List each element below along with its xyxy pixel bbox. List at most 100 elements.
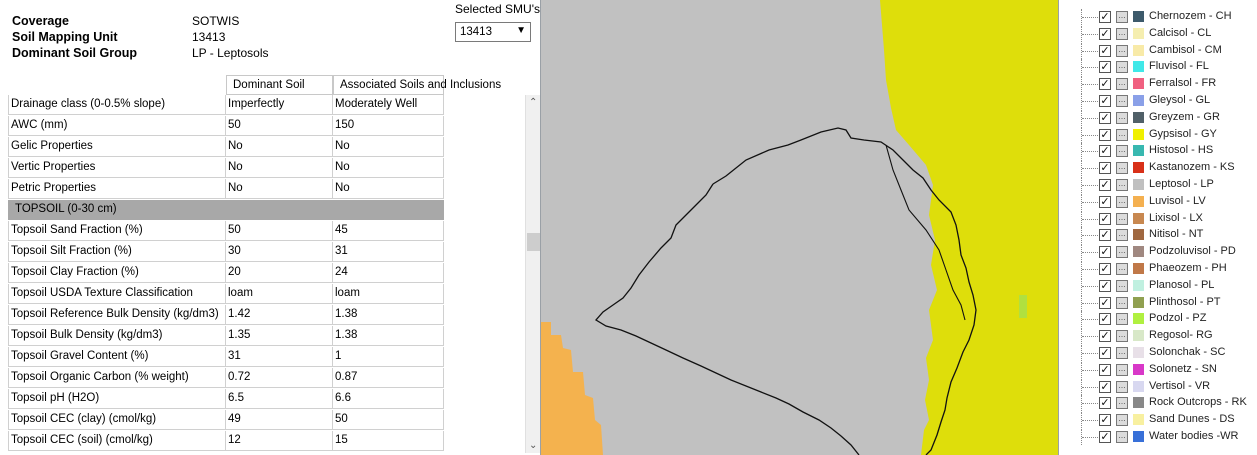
layer-visibility-checkbox[interactable]: ✓ (1099, 397, 1111, 410)
layer-visibility-checkbox[interactable]: ✓ (1099, 27, 1111, 40)
dominant-soil-cell[interactable]: 0.72 (226, 368, 333, 388)
layer-options-icon[interactable]: … (1116, 229, 1128, 242)
soil-map[interactable] (541, 0, 1058, 455)
associated-soils-cell[interactable]: 1.38 (333, 326, 444, 346)
legend-item[interactable]: ✓ … Gleysol - GL (1059, 93, 1257, 109)
layer-options-icon[interactable]: … (1116, 347, 1128, 359)
layer-visibility-checkbox[interactable]: ✓ (1099, 330, 1111, 343)
layer-visibility-checkbox[interactable]: ✓ (1099, 212, 1111, 225)
legend-item[interactable]: ✓ … Nitisol - NT (1059, 227, 1257, 244)
layer-visibility-checkbox[interactable]: ✓ (1099, 296, 1111, 309)
dominant-soil-cell[interactable]: 49 (226, 410, 333, 430)
legend-item[interactable]: ✓ … Luvisol - LV (1059, 193, 1257, 210)
legend-item[interactable]: ✓ … Kastanozem - KS (1059, 160, 1257, 177)
legend-item[interactable]: ✓ … Regosol- RG (1059, 328, 1257, 345)
layer-options-icon[interactable]: … (1116, 44, 1128, 57)
dominant-soil-cell[interactable]: No (226, 137, 333, 157)
dominant-soil-cell[interactable]: 31 (226, 347, 333, 367)
dominant-soil-cell[interactable]: Imperfectly (226, 95, 333, 115)
layer-options-icon[interactable]: … (1116, 179, 1128, 191)
layer-options-icon[interactable]: … (1116, 128, 1128, 141)
associated-soils-cell[interactable]: 15 (333, 431, 444, 451)
associated-soils-cell[interactable]: 1.38 (333, 305, 444, 325)
layer-options-icon[interactable]: … (1116, 380, 1128, 393)
scroll-up-icon[interactable]: ⌃ (529, 97, 537, 108)
associated-soils-cell[interactable]: 0.87 (333, 368, 444, 388)
layer-options-icon[interactable]: … (1116, 397, 1128, 410)
layer-options-icon[interactable]: … (1116, 330, 1128, 343)
layer-options-icon[interactable]: … (1116, 212, 1128, 225)
layer-options-icon[interactable]: … (1116, 78, 1128, 91)
legend-item[interactable]: ✓ … Plinthosol - PT (1059, 294, 1257, 311)
grid-vertical-scrollbar[interactable]: ⌃ ⌄ (525, 95, 540, 453)
dominant-soil-cell[interactable]: No (226, 179, 333, 199)
layer-options-icon[interactable]: … (1116, 95, 1128, 107)
dropdown-arrow-icon[interactable]: ▼ (516, 25, 526, 36)
legend-item[interactable]: ✓ … Podzoluvisol - PD (1059, 244, 1257, 261)
layer-visibility-checkbox[interactable]: ✓ (1099, 95, 1111, 107)
legend-item[interactable]: ✓ … Planosol - PL (1059, 277, 1257, 294)
column-header[interactable]: Dominant Soil (226, 75, 333, 95)
layer-visibility-checkbox[interactable]: ✓ (1099, 78, 1111, 91)
layer-visibility-checkbox[interactable]: ✓ (1099, 44, 1111, 57)
dominant-soil-cell[interactable]: 1.35 (226, 326, 333, 346)
associated-soils-cell[interactable]: 150 (333, 116, 444, 136)
layer-options-icon[interactable]: … (1116, 27, 1128, 40)
layer-options-icon[interactable]: … (1116, 313, 1128, 326)
associated-soils-cell[interactable]: 45 (333, 221, 444, 241)
legend-item[interactable]: ✓ … Vertisol - VR (1059, 378, 1257, 395)
dominant-soil-cell[interactable]: 50 (226, 221, 333, 241)
layer-visibility-checkbox[interactable]: ✓ (1099, 162, 1111, 175)
legend-item[interactable]: ✓ … Chernozem - CH (1059, 9, 1257, 25)
layer-visibility-checkbox[interactable]: ✓ (1099, 229, 1111, 242)
legend-item[interactable]: ✓ … Rock Outcrops - RK (1059, 395, 1257, 412)
layer-visibility-checkbox[interactable]: ✓ (1099, 128, 1111, 141)
layer-visibility-checkbox[interactable]: ✓ (1099, 246, 1111, 259)
scroll-down-icon[interactable]: ⌄ (529, 440, 537, 451)
associated-soils-cell[interactable]: loam (333, 284, 444, 304)
legend-item[interactable]: ✓ … Sand Dunes - DS (1059, 412, 1257, 429)
legend-item[interactable]: ✓ … Ferralsol - FR (1059, 76, 1257, 93)
legend-item[interactable]: ✓ … Water bodies -WR (1059, 429, 1257, 445)
layer-visibility-checkbox[interactable]: ✓ (1099, 380, 1111, 393)
legend-item[interactable]: ✓ … Histosol - HS (1059, 143, 1257, 160)
legend-item[interactable]: ✓ … Solonchak - SC (1059, 345, 1257, 361)
layer-options-icon[interactable]: … (1116, 111, 1128, 124)
layer-options-icon[interactable]: … (1116, 195, 1128, 208)
layer-visibility-checkbox[interactable]: ✓ (1099, 313, 1111, 326)
layer-visibility-checkbox[interactable]: ✓ (1099, 179, 1111, 191)
associated-soils-cell[interactable]: No (333, 158, 444, 178)
dominant-soil-cell[interactable] (226, 200, 333, 220)
dominant-soil-cell[interactable]: 50 (226, 116, 333, 136)
layer-visibility-checkbox[interactable]: ✓ (1099, 431, 1111, 443)
scrollbar-thumb[interactable] (527, 233, 540, 251)
layer-options-icon[interactable]: … (1116, 296, 1128, 309)
smu-dropdown[interactable]: 13413 ▼ (455, 22, 531, 42)
associated-soils-cell[interactable]: No (333, 137, 444, 157)
legend-item[interactable]: ✓ … Cambisol - CM (1059, 42, 1257, 59)
layer-options-icon[interactable]: … (1116, 363, 1128, 376)
dominant-soil-cell[interactable]: 20 (226, 263, 333, 283)
legend-item[interactable]: ✓ … Fluvisol - FL (1059, 59, 1257, 76)
legend-item[interactable]: ✓ … Calcisol - CL (1059, 25, 1257, 42)
dominant-soil-cell[interactable]: 12 (226, 431, 333, 451)
layer-options-icon[interactable]: … (1116, 162, 1128, 175)
legend-item[interactable]: ✓ … Phaeozem - PH (1059, 261, 1257, 277)
associated-soils-cell[interactable]: 31 (333, 242, 444, 262)
legend-item[interactable]: ✓ … Lixisol - LX (1059, 210, 1257, 227)
associated-soils-cell[interactable]: No (333, 179, 444, 199)
layer-options-icon[interactable]: … (1116, 414, 1128, 427)
layer-options-icon[interactable]: … (1116, 263, 1128, 275)
dominant-soil-cell[interactable]: No (226, 158, 333, 178)
column-header[interactable]: Associated Soils and Inclusions (333, 75, 501, 95)
legend-item[interactable]: ✓ … Solonetz - SN (1059, 361, 1257, 378)
layer-visibility-checkbox[interactable]: ✓ (1099, 263, 1111, 275)
layer-options-icon[interactable]: … (1116, 61, 1128, 74)
associated-soils-cell[interactable]: 6.6 (333, 389, 444, 409)
associated-soils-cell[interactable]: 1 (333, 347, 444, 367)
layer-visibility-checkbox[interactable]: ✓ (1099, 195, 1111, 208)
dominant-soil-cell[interactable]: 6.5 (226, 389, 333, 409)
layer-visibility-checkbox[interactable]: ✓ (1099, 111, 1111, 124)
dominant-soil-cell[interactable]: 1.42 (226, 305, 333, 325)
layer-visibility-checkbox[interactable]: ✓ (1099, 363, 1111, 376)
